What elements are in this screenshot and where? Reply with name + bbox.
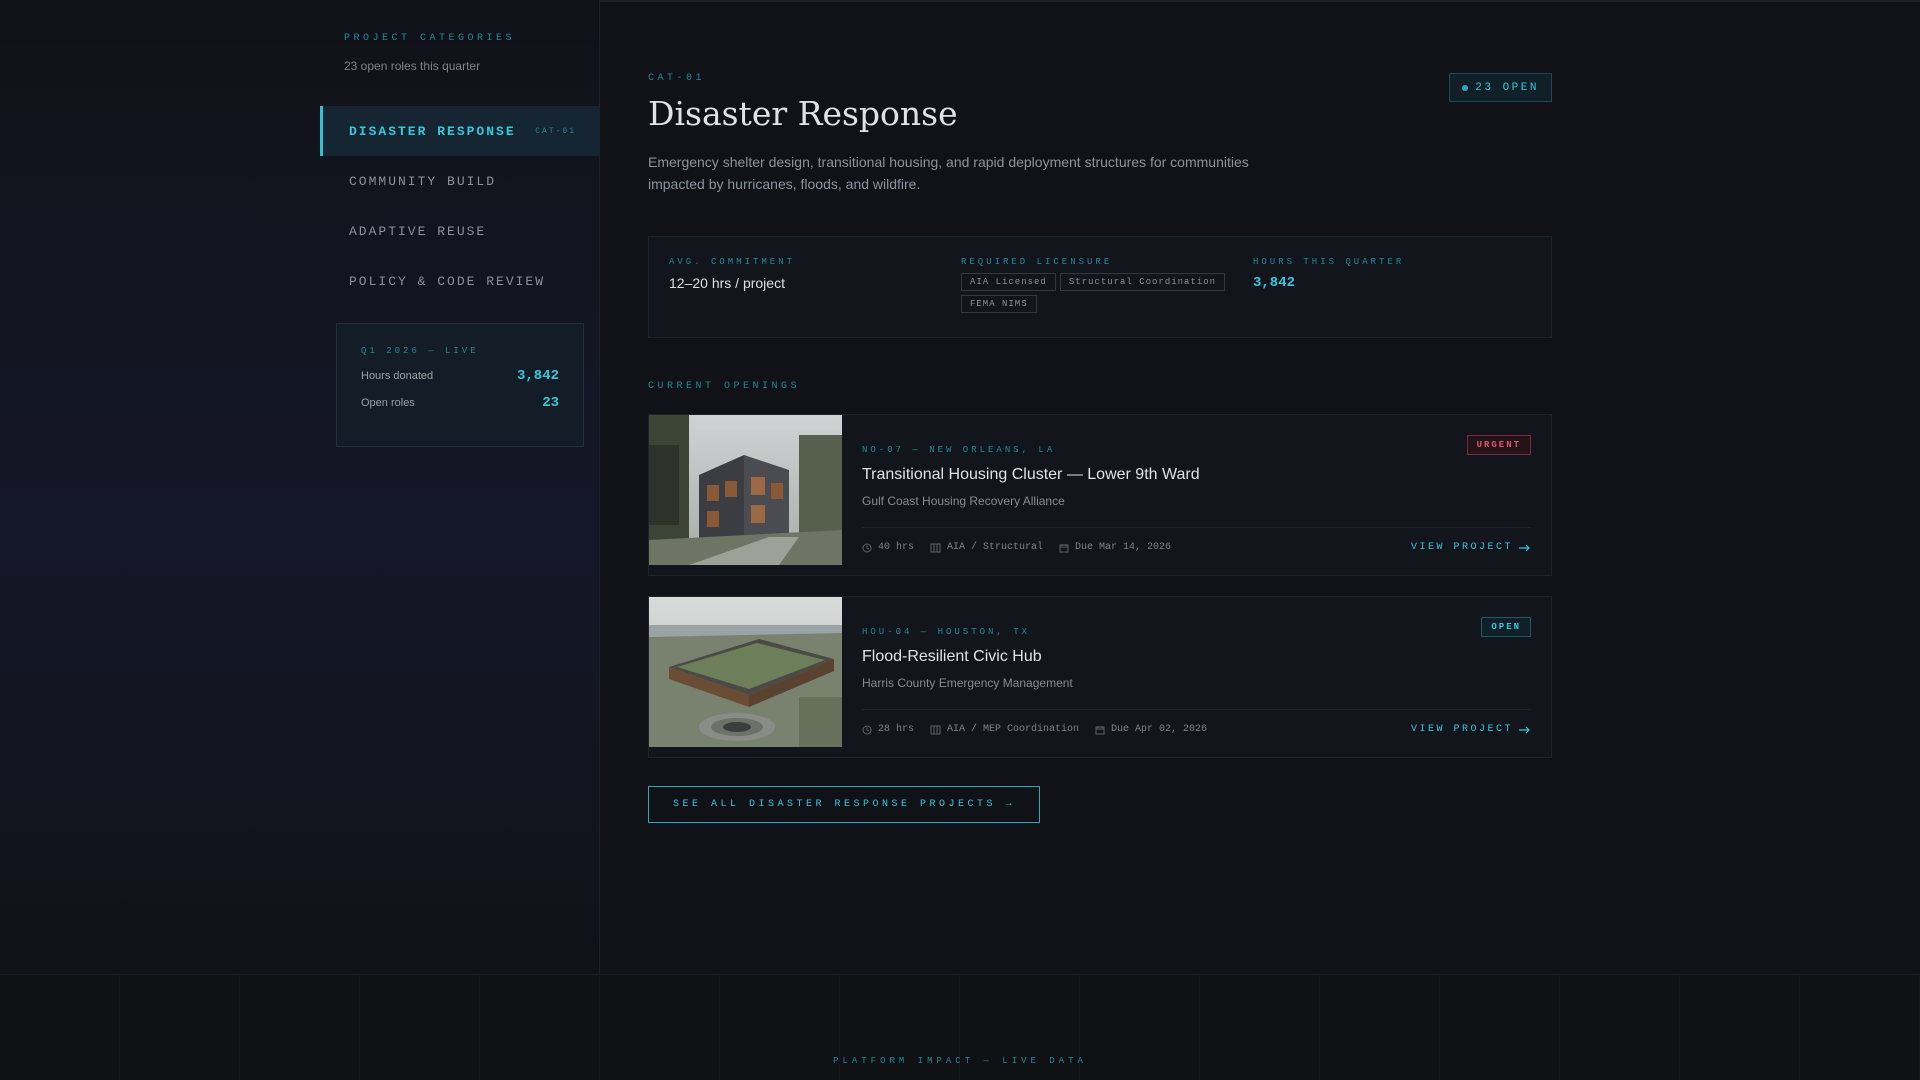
page-title: Disaster Response xyxy=(648,94,958,133)
clock-icon xyxy=(862,725,872,734)
tag-structural-coordination: Structural Coordination xyxy=(1059,273,1226,291)
licensure-label: REQUIRED LICENSURE xyxy=(961,257,1113,267)
opening-card[interactable]: NO-07 — NEW ORLEANS, LA Transitional Hou… xyxy=(648,414,1552,576)
sidebar-heading: PROJECT CATEGORIES xyxy=(344,33,516,44)
sidebar-item-label: ADAPTIVE REUSE xyxy=(349,223,487,239)
open-roles-label: Open roles xyxy=(361,397,415,409)
card-divider xyxy=(862,527,1531,528)
hours-info: HOURS THIS QUARTER 3,842 xyxy=(1253,257,1545,337)
project-thumbnail xyxy=(649,415,842,565)
sidebar-item-policy-code-review[interactable]: POLICY & CODE REVIEW xyxy=(320,256,600,306)
hours-quarter-value: 3,842 xyxy=(1253,275,1296,291)
sidebar-item-label: POLICY & CODE REVIEW xyxy=(349,273,546,289)
meta-due-value: Due Apr 02, 2026 xyxy=(1111,724,1208,735)
open-badge: OPEN xyxy=(1481,617,1531,637)
section-label: CURRENT OPENINGS xyxy=(648,381,801,392)
sidebar-header: PROJECT CATEGORIES 23 open roles this qu… xyxy=(344,33,515,73)
status-dot-icon xyxy=(1462,84,1469,91)
opening-title[interactable]: Flood-Resilient Civic Hub xyxy=(862,648,1042,666)
calendar-icon xyxy=(1095,725,1105,734)
opening-card-body: NO-07 — NEW ORLEANS, LA Transitional Hou… xyxy=(862,415,1531,575)
stats-card-label: Q1 2026 — LIVE xyxy=(361,346,479,356)
stats-row-roles: Open roles 23 xyxy=(361,395,559,411)
opening-organization: Harris County Emergency Management xyxy=(862,676,1073,690)
calendar-icon xyxy=(1059,543,1069,552)
sidebar-item-disaster-response[interactable]: DISASTER RESPONSE CAT-01 xyxy=(320,106,600,156)
category-nav: DISASTER RESPONSE CAT-01 COMMUNITY BUILD… xyxy=(320,106,600,306)
housing-render-image xyxy=(649,415,842,565)
meta-hours: 40 hrs xyxy=(862,542,914,553)
meta-discipline-value: AIA / Structural xyxy=(947,542,1044,553)
meta-hours-value: 28 hrs xyxy=(878,724,915,735)
card-divider xyxy=(862,709,1531,710)
licensure-info: REQUIRED LICENSURE AIA Licensed Structur… xyxy=(961,257,1253,337)
sidebar-item-adaptive-reuse[interactable]: ADAPTIVE REUSE xyxy=(320,206,600,256)
opening-location: HOU-04 — HOUSTON, TX xyxy=(862,627,1031,637)
commitment-value: 12–20 hrs / project xyxy=(669,275,785,291)
meta-due: Due Mar 14, 2026 xyxy=(1059,542,1171,553)
licensure-tags: AIA Licensed Structural Coordination FEM… xyxy=(961,273,1241,313)
page-description: Emergency shelter design, transitional h… xyxy=(648,154,1249,192)
see-all-projects-button[interactable]: SEE ALL DISASTER RESPONSE PROJECTS → xyxy=(648,786,1041,823)
footer: PLATFORM IMPACT — LIVE DATA xyxy=(0,974,1920,1080)
hours-donated-label: Hours donated xyxy=(361,370,434,382)
opening-meta: 40 hrs AIA / Structural Due Mar 14, 2026 xyxy=(862,542,1187,553)
live-stats-card: Q1 2026 — LIVE Hours donated 3,842 Open … xyxy=(336,323,584,447)
footer-label: PLATFORM IMPACT — LIVE DATA xyxy=(833,1056,1087,1066)
opening-organization: Gulf Coast Housing Recovery Alliance xyxy=(862,494,1065,508)
tag-aia-licensed: AIA Licensed xyxy=(961,273,1056,291)
arrow-right-icon xyxy=(1519,726,1530,733)
commitment-label: AVG. COMMITMENT xyxy=(669,257,796,267)
clock-icon xyxy=(862,543,872,552)
sidebar: PROJECT CATEGORIES 23 open roles this qu… xyxy=(0,0,600,974)
sidebar-item-label: COMMUNITY BUILD xyxy=(349,173,497,189)
category-info-strip: AVG. COMMITMENT 12–20 hrs / project REQU… xyxy=(648,236,1552,338)
opening-card[interactable]: HOU-04 — HOUSTON, TX Flood-Resilient Civ… xyxy=(648,596,1552,758)
meta-due-value: Due Mar 14, 2026 xyxy=(1075,542,1172,553)
opening-location: NO-07 — NEW ORLEANS, LA xyxy=(862,445,1056,455)
view-project-link[interactable]: VIEW PROJECT xyxy=(1411,724,1531,735)
view-project-label: VIEW PROJECT xyxy=(1410,542,1513,553)
civic-hub-render-image xyxy=(649,597,842,747)
project-thumbnail xyxy=(649,597,842,747)
meta-discipline-value: AIA / MEP Coordination xyxy=(947,724,1080,735)
arrow-right-icon xyxy=(1519,544,1530,551)
sidebar-item-badge: CAT-01 xyxy=(535,126,576,136)
building-icon xyxy=(930,725,941,734)
sidebar-item-label: DISASTER RESPONSE xyxy=(349,123,516,139)
sidebar-subheading: 23 open roles this quarter xyxy=(344,59,481,73)
open-count-label: 23 OPEN xyxy=(1475,81,1539,94)
view-project-label: VIEW PROJECT xyxy=(1410,724,1513,735)
open-count-pill: 23 OPEN xyxy=(1449,73,1552,102)
hours-donated-value: 3,842 xyxy=(516,368,559,384)
sidebar-item-community-build[interactable]: COMMUNITY BUILD xyxy=(320,156,600,206)
urgent-badge: URGENT xyxy=(1466,435,1531,455)
opening-meta: 28 hrs AIA / MEP Coordination Due Apr 02… xyxy=(862,724,1223,735)
meta-discipline: AIA / Structural xyxy=(930,542,1043,553)
meta-hours: 28 hrs xyxy=(862,724,914,735)
building-icon xyxy=(930,543,941,552)
opening-title[interactable]: Transitional Housing Cluster — Lower 9th… xyxy=(862,466,1200,484)
open-roles-value: 23 xyxy=(542,395,559,411)
meta-due: Due Apr 02, 2026 xyxy=(1095,724,1207,735)
meta-hours-value: 40 hrs xyxy=(878,542,915,553)
opening-card-body: HOU-04 — HOUSTON, TX Flood-Resilient Civ… xyxy=(862,597,1531,757)
meta-discipline: AIA / MEP Coordination xyxy=(930,724,1079,735)
commitment-info: AVG. COMMITMENT 12–20 hrs / project xyxy=(669,257,961,337)
category-id: CAT-01 xyxy=(648,73,706,84)
stats-row-hours: Hours donated 3,842 xyxy=(361,368,559,384)
tag-fema-nims: FEMA NIMS xyxy=(961,295,1037,313)
hours-quarter-label: HOURS THIS QUARTER xyxy=(1253,257,1405,267)
view-project-link[interactable]: VIEW PROJECT xyxy=(1411,542,1531,553)
